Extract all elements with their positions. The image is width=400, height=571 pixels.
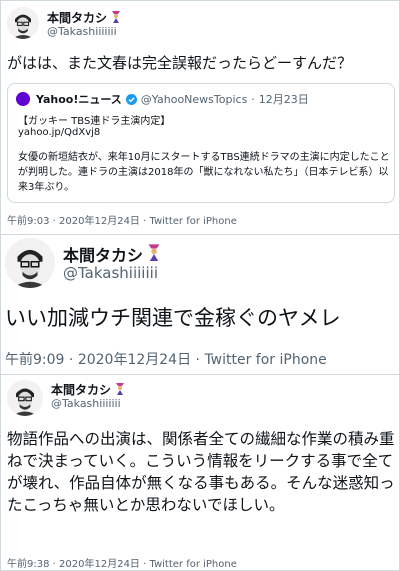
avatar-image bbox=[7, 380, 43, 416]
display-name[interactable]: 本間タカシ bbox=[47, 9, 107, 26]
tweet-date[interactable]: 2020年12月24日 bbox=[78, 352, 191, 368]
guardian-figure-icon bbox=[111, 10, 121, 26]
tweet-date[interactable]: 2020年12月24日 bbox=[59, 216, 140, 227]
tweet-meta: 午前9:03 · 2020年12月24日 · Twitter for iPhon… bbox=[7, 212, 237, 227]
meta-separator: · bbox=[52, 216, 56, 227]
author-name-row[interactable]: 本間タカシ bbox=[63, 242, 161, 266]
tweet-text: がはは、また文春は完全誤報だったらどーすんだ？ bbox=[7, 54, 353, 72]
meta-separator: · bbox=[195, 352, 200, 368]
meta-separator: · bbox=[52, 559, 56, 570]
guardian-figure-icon bbox=[147, 243, 161, 265]
tweet-2[interactable]: 本間タカシ @Takashiiiiiii いい加減ウチ関連で金稼ぐのヤメレ 午前… bbox=[1, 234, 399, 374]
quoted-author-name: Yahoo!ニュース bbox=[36, 93, 122, 106]
guardian-figure-icon bbox=[115, 382, 125, 398]
quoted-handle: @YahooNewsTopics bbox=[140, 92, 248, 106]
tweet-meta: 午前9:38 · 2020年12月24日 · Twitter for iPhon… bbox=[7, 555, 237, 570]
author-name-row[interactable]: 本間タカシ bbox=[51, 381, 125, 398]
author-handle[interactable]: @Takashiiiiiii bbox=[47, 25, 117, 38]
quoted-separator: · bbox=[251, 92, 255, 106]
author-name-row[interactable]: 本間タカシ bbox=[47, 9, 121, 26]
avatar-image bbox=[7, 7, 39, 39]
avatar-image bbox=[5, 238, 55, 288]
display-name[interactable]: 本間タカシ bbox=[63, 242, 143, 266]
tweet-text: いい加減ウチ関連で金稼ぐのヤメレ bbox=[5, 306, 341, 330]
tweet-3[interactable]: 本間タカシ @Takashiiiiiii 物語作品への出演は、関係者全ての繊細な… bbox=[1, 374, 399, 570]
yahoo-logo-icon bbox=[16, 92, 30, 106]
tweet-source[interactable]: Twitter for iPhone bbox=[150, 559, 237, 570]
tweet-time[interactable]: 午前9:03 bbox=[7, 216, 49, 227]
tweet-source[interactable]: Twitter for iPhone bbox=[150, 216, 237, 227]
meta-separator: · bbox=[143, 216, 147, 227]
tweet-time[interactable]: 午前9:38 bbox=[7, 559, 49, 570]
quoted-text: 女優の新垣結衣が、来年10月にスタートするTBS連続ドラマの主演に内定したことが… bbox=[18, 152, 390, 193]
author-handle[interactable]: @Takashiiiiiii bbox=[63, 264, 158, 282]
quoted-header: Yahoo!ニュース @YahooNewsTopics · 12月23日 bbox=[36, 91, 309, 107]
avatar[interactable] bbox=[7, 380, 43, 416]
avatar[interactable] bbox=[7, 7, 39, 39]
tweet-source[interactable]: Twitter for iPhone bbox=[204, 352, 326, 368]
tweet-time[interactable]: 午前9:09 bbox=[5, 352, 64, 368]
display-name[interactable]: 本間タカシ bbox=[51, 381, 111, 398]
tweet-date[interactable]: 2020年12月24日 bbox=[59, 559, 140, 570]
quoted-tweet[interactable]: Yahoo!ニュース @YahooNewsTopics · 12月23日 【ガッ… bbox=[7, 83, 395, 203]
author-handle[interactable]: @Takashiiiiiii bbox=[51, 397, 121, 410]
avatar[interactable] bbox=[5, 238, 55, 288]
tweet-text: 物語作品への出演は、関係者全ての繊細な作業の積み重ねで決まっていく。こういう情報… bbox=[7, 430, 395, 514]
tweet-1[interactable]: 本間タカシ @Takashiiiiiii がはは、また文春は完全誤報だったらどー… bbox=[1, 1, 399, 234]
meta-separator: · bbox=[68, 352, 74, 368]
quoted-link[interactable]: yahoo.jp/QdXvj8 bbox=[18, 127, 100, 138]
verified-badge-icon bbox=[125, 93, 137, 105]
quoted-date: 12月23日 bbox=[258, 93, 309, 106]
quoted-headline: 【ガッキー TBS連ドラ主演内定】 bbox=[18, 116, 171, 127]
screenshot-frame: 本間タカシ @Takashiiiiiii がはは、また文春は完全誤報だったらどー… bbox=[0, 0, 400, 571]
meta-separator: · bbox=[143, 559, 147, 570]
tweet-meta: 午前9:09 · 2020年12月24日 · Twitter for iPhon… bbox=[5, 349, 327, 369]
